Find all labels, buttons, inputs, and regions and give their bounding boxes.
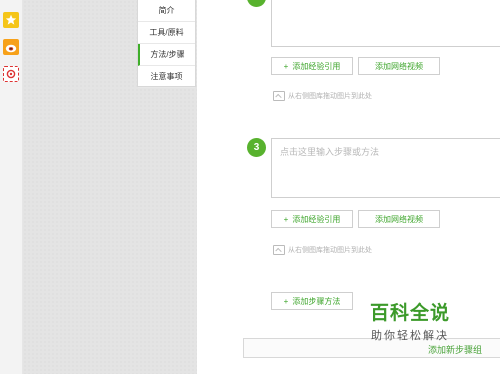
- nav-item-notes[interactable]: 注意事项: [138, 66, 195, 88]
- watermark-subtitle: 助你轻松解决: [371, 330, 449, 342]
- nav-item-intro[interactable]: 简介: [138, 0, 195, 22]
- step-text-area[interactable]: [271, 0, 500, 47]
- add-video-button[interactable]: 添加网络视频: [358, 57, 440, 75]
- drag-image-hint: 从右侧图库拖动图片到此处: [273, 245, 372, 255]
- star-icon[interactable]: [3, 12, 19, 28]
- plus-icon: +: [283, 215, 289, 224]
- nav-item-steps[interactable]: 方法/步骤: [138, 44, 195, 66]
- add-step-button[interactable]: + 添加步骤方法: [271, 292, 353, 310]
- image-icon: [273, 91, 285, 101]
- nav-item-tools[interactable]: 工具/原料: [138, 22, 195, 44]
- add-reference-button[interactable]: + 添加经验引用: [271, 57, 353, 75]
- add-reference-button[interactable]: + 添加经验引用: [271, 210, 353, 228]
- share-sidebar: [0, 0, 23, 374]
- watermark: 百科全说 助你轻松解决: [350, 298, 470, 348]
- image-icon: [273, 245, 285, 255]
- plus-icon: +: [283, 297, 289, 306]
- watermark-title: 百科全说: [369, 303, 450, 324]
- step-text-area[interactable]: 点击这里输入步骤或方法: [271, 138, 500, 198]
- add-video-button[interactable]: 添加网络视频: [358, 210, 440, 228]
- section-nav: 简介 工具/原料 方法/步骤 注意事项: [137, 0, 196, 88]
- weibo-icon[interactable]: [3, 39, 19, 55]
- step-number-badge: [247, 0, 266, 7]
- step-number-badge: 3: [247, 138, 266, 157]
- tencent-weibo-icon[interactable]: [3, 66, 19, 82]
- drag-image-hint: 从右侧图库拖动图片到此处: [273, 91, 372, 101]
- plus-icon: +: [283, 62, 289, 71]
- step-placeholder: 点击这里输入步骤或方法: [280, 147, 380, 157]
